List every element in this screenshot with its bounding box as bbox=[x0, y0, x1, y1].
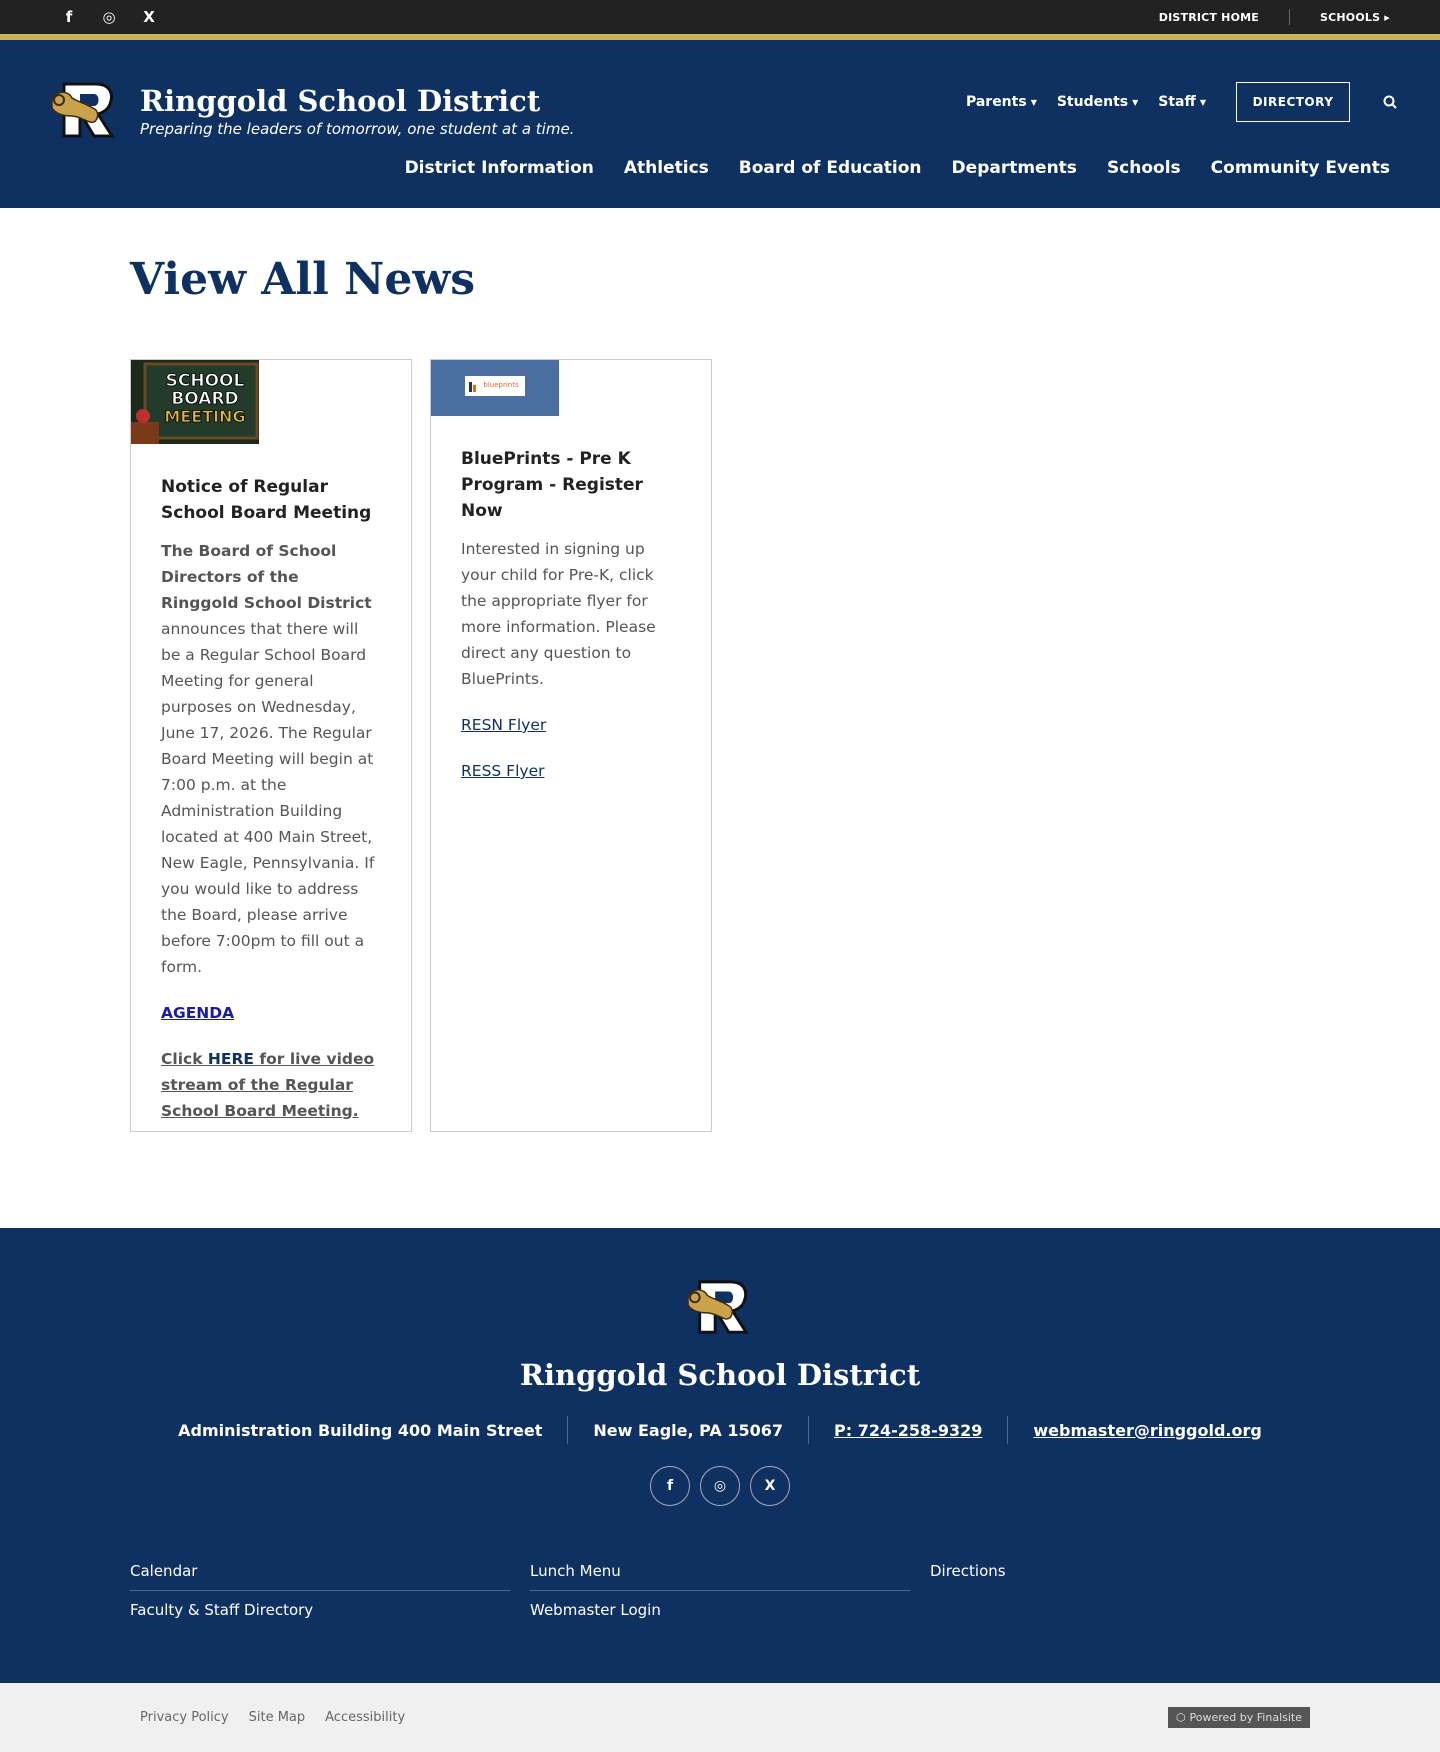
page-title: View All News bbox=[130, 254, 476, 305]
footer-social-links: f ◎ X bbox=[0, 1466, 1440, 1506]
news-title[interactable]: Notice of Regular School Board Meeting bbox=[161, 474, 381, 526]
x-icon[interactable]: X bbox=[140, 8, 158, 26]
site-footer: Ringgold School District Administration … bbox=[0, 1228, 1440, 1683]
footer-link-lunch-menu[interactable]: Lunch Menu bbox=[530, 1556, 910, 1591]
blueprints-image-text: blueprints bbox=[483, 381, 519, 389]
search-icon bbox=[1383, 95, 1397, 109]
staff-label: Staff bbox=[1158, 94, 1196, 110]
powered-by-text: Powered by Finalsite bbox=[1189, 1711, 1302, 1724]
resn-flyer-link[interactable]: RESN Flyer bbox=[461, 716, 546, 734]
ram-logo-icon[interactable] bbox=[50, 80, 120, 142]
footer-email-link[interactable]: webmaster@ringgold.org bbox=[1033, 1421, 1261, 1440]
caret-down-icon: ▼ bbox=[1132, 97, 1139, 107]
site-map-link[interactable]: Site Map bbox=[249, 1710, 306, 1725]
directory-button[interactable]: DIRECTORY bbox=[1236, 82, 1350, 122]
divider bbox=[1007, 1416, 1009, 1444]
search-button[interactable] bbox=[1380, 92, 1400, 112]
ress-flyer-link[interactable]: RESS Flyer bbox=[461, 762, 544, 780]
news-card: blueprints BluePrints - Pre K Program - … bbox=[430, 359, 712, 1132]
livestream-link[interactable]: Click HERE for live video stream of the … bbox=[161, 1050, 374, 1120]
divider bbox=[567, 1416, 569, 1444]
image-text-line-1: SCHOOL bbox=[166, 371, 245, 391]
footer-link-calendar[interactable]: Calendar bbox=[130, 1556, 510, 1591]
nav-board-of-education[interactable]: Board of Education bbox=[739, 158, 922, 178]
facebook-icon[interactable]: f bbox=[60, 8, 78, 26]
card-body: BluePrints - Pre K Program - Register No… bbox=[461, 446, 681, 784]
divider bbox=[1289, 9, 1290, 25]
header-util-nav: Parents ▼ Students ▼ Staff ▼ DIRECTORY bbox=[966, 82, 1400, 122]
facebook-icon[interactable]: f bbox=[650, 1466, 690, 1506]
footer-links: Calendar Lunch Menu Directions Faculty &… bbox=[130, 1556, 1330, 1629]
card-body: Notice of Regular School Board Meeting T… bbox=[161, 474, 381, 1124]
news-title[interactable]: BluePrints - Pre K Program - Register No… bbox=[461, 446, 681, 524]
ress-paragraph: RESS Flyer bbox=[461, 758, 681, 784]
caret-down-icon: ▼ bbox=[1199, 97, 1206, 107]
news-body: Interested in signing up your child for … bbox=[461, 540, 656, 688]
agenda-paragraph: AGENDA bbox=[161, 1000, 381, 1026]
parents-label: Parents bbox=[965, 94, 1027, 110]
footer-contact: Administration Building 400 Main Street … bbox=[0, 1416, 1440, 1444]
image-text-line-3: MEETING bbox=[164, 407, 245, 426]
footer-link-webmaster-login[interactable]: Webmaster Login bbox=[530, 1591, 910, 1629]
footer-link-staff-directory[interactable]: Faculty & Staff Directory bbox=[130, 1591, 510, 1629]
privacy-policy-link[interactable]: Privacy Policy bbox=[140, 1710, 229, 1725]
nav-schools[interactable]: Schools bbox=[1107, 158, 1181, 178]
district-home-link[interactable]: DISTRICT HOME bbox=[1159, 11, 1259, 24]
image-text-line-2: BOARD bbox=[171, 389, 238, 409]
staff-dropdown[interactable]: Staff ▼ bbox=[1158, 94, 1206, 110]
top-social-links: f ◎ X bbox=[60, 8, 158, 26]
bottom-bar: Privacy Policy Site Map Accessibility ⬡ … bbox=[0, 1683, 1440, 1752]
resn-paragraph: RESN Flyer bbox=[461, 712, 681, 738]
click-text: Click bbox=[161, 1050, 208, 1068]
instagram-icon[interactable]: ◎ bbox=[700, 1466, 740, 1506]
instagram-icon[interactable]: ◎ bbox=[100, 8, 118, 26]
site-tagline: Preparing the leaders of tomorrow, one s… bbox=[140, 120, 575, 138]
footer-site-name: Ringgold School District bbox=[519, 1358, 921, 1392]
school-board-meeting-image[interactable]: SCHOOL BOARD MEETING bbox=[131, 360, 259, 444]
nav-district-information[interactable]: District Information bbox=[405, 158, 594, 178]
parents-dropdown[interactable]: Parents ▼ bbox=[966, 94, 1037, 110]
nav-community-events[interactable]: Community Events bbox=[1211, 158, 1390, 178]
caret-down-icon: ▼ bbox=[1030, 97, 1037, 107]
main-content: View All News SCHOOL BOARD MEETING Notic… bbox=[0, 208, 1440, 1228]
here-link[interactable]: HERE bbox=[208, 1050, 254, 1068]
footer-phone-link[interactable]: P: 724-258-9329 bbox=[834, 1421, 982, 1440]
ram-logo-icon[interactable] bbox=[684, 1278, 756, 1338]
site-header: Ringgold School District Preparing the l… bbox=[0, 40, 1440, 208]
powered-by-badge[interactable]: ⬡ Powered by Finalsite bbox=[1167, 1707, 1310, 1728]
news-body-text: announces that there will be a Regular S… bbox=[161, 620, 375, 976]
footer-address: Administration Building 400 Main Street bbox=[178, 1420, 543, 1440]
finalsite-icon: ⬡ bbox=[1175, 1711, 1186, 1724]
students-label: Students bbox=[1056, 94, 1129, 110]
schools-dropdown[interactable]: SCHOOLS ▸ bbox=[1320, 11, 1390, 24]
agenda-link[interactable]: AGENDA bbox=[161, 1004, 234, 1022]
blueprints-image[interactable]: blueprints bbox=[431, 360, 559, 416]
top-utility-bar: f ◎ X DISTRICT HOME SCHOOLS ▸ bbox=[0, 0, 1440, 40]
news-body-bold: The Board of School Directors of the Rin… bbox=[161, 542, 372, 612]
news-card: SCHOOL BOARD MEETING Notice of Regular S… bbox=[130, 359, 412, 1132]
students-dropdown[interactable]: Students ▼ bbox=[1057, 94, 1138, 110]
accessibility-link[interactable]: Accessibility bbox=[325, 1710, 405, 1725]
footer-link-directions[interactable]: Directions bbox=[930, 1556, 1310, 1591]
x-icon[interactable]: X bbox=[750, 1466, 790, 1506]
nav-athletics[interactable]: Athletics bbox=[624, 158, 709, 178]
news-body: The Board of School Directors of the Rin… bbox=[161, 538, 381, 980]
site-name[interactable]: Ringgold School District bbox=[140, 84, 540, 118]
legal-links: Privacy Policy Site Map Accessibility bbox=[140, 1710, 405, 1725]
top-util-links: DISTRICT HOME SCHOOLS ▸ bbox=[1159, 9, 1390, 25]
footer-city: New Eagle, PA 15067 bbox=[593, 1420, 784, 1440]
divider bbox=[808, 1416, 810, 1444]
livestream-paragraph: Click HERE for live video stream of the … bbox=[161, 1046, 381, 1124]
nav-departments[interactable]: Departments bbox=[952, 158, 1077, 178]
main-nav: District Information Athletics Board of … bbox=[405, 158, 1390, 178]
